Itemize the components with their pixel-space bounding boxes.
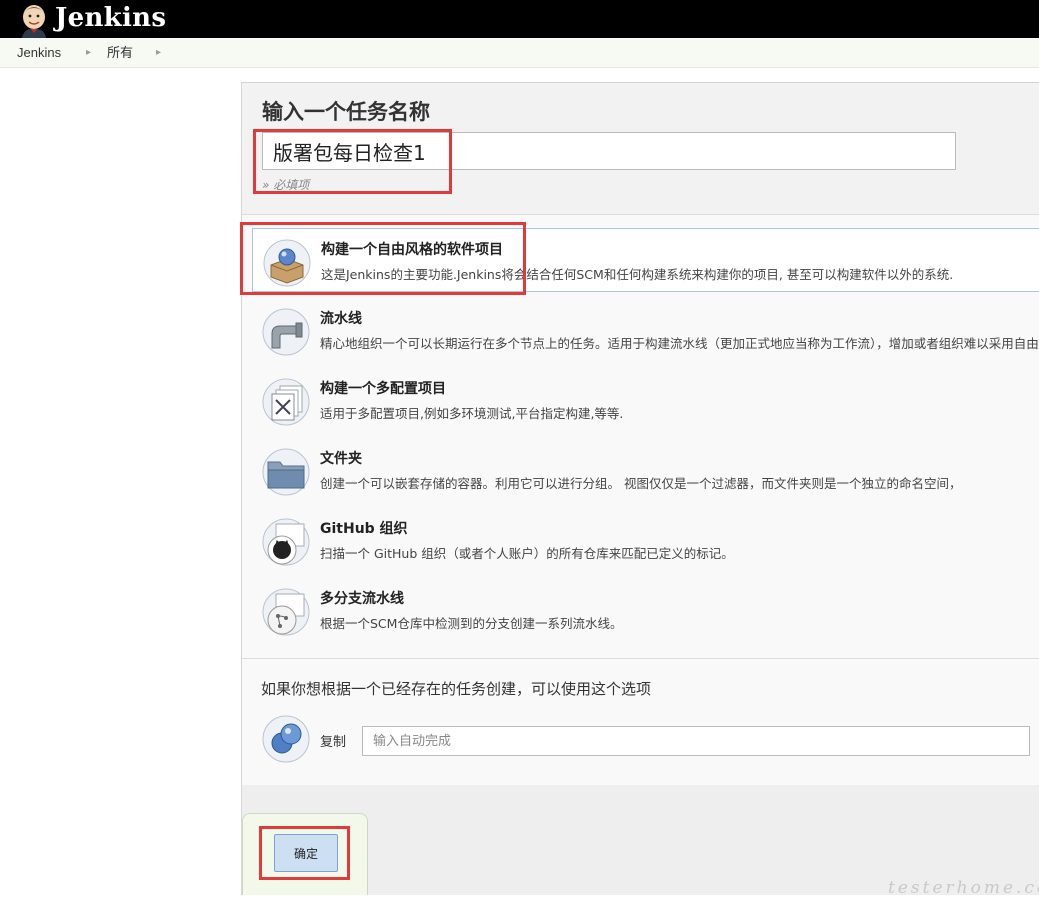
copy-section-title: 如果你想根据一个已经存在的任务创建，可以使用这个选项: [261, 680, 652, 698]
top-header: Jenkins: [0, 0, 1039, 38]
breadcrumb-jenkins[interactable]: Jenkins: [17, 38, 61, 67]
item-type-github-organization[interactable]: GitHub 组织 扫描一个 GitHub 组织（或者个人账户）的所有仓库来匹配…: [252, 508, 1039, 572]
multi-config-icon: [262, 378, 310, 426]
item-type-title: 多分支流水线: [320, 591, 404, 607]
watermark: testerhome.com: [888, 878, 1039, 898]
jenkins-butler-icon[interactable]: [16, 2, 52, 38]
item-type-freestyle[interactable]: 构建一个自由风格的软件项目 这是Jenkins的主要功能.Jenkins将会结合…: [252, 228, 1039, 292]
item-type-folder[interactable]: 文件夹 创建一个可以嵌套存储的容器。利用它可以进行分组。 视图仅仅是一个过滤器，…: [252, 438, 1039, 502]
item-type-description: 这是Jenkins的主要功能.Jenkins将会结合任何SCM和任何构建系统来构…: [321, 267, 954, 282]
item-type-description: 根据一个SCM仓库中检测到的分支创建一系列流水线。: [320, 616, 623, 631]
item-type-title: 文件夹: [320, 451, 362, 467]
item-name-input[interactable]: [262, 132, 956, 170]
item-type-title: 构建一个自由风格的软件项目: [321, 242, 503, 258]
chevron-right-icon[interactable]: ▸: [156, 38, 161, 67]
multibranch-pipeline-icon: [262, 588, 310, 636]
pipeline-icon: [262, 308, 310, 356]
item-type-pipeline[interactable]: 流水线 精心地组织一个可以长期运行在多个节点上的任务。适用于构建流水线（更加正式…: [252, 298, 1039, 362]
folder-icon: [262, 448, 310, 496]
ok-button[interactable]: 确定: [274, 834, 338, 872]
item-name-heading: 输入一个任务名称: [262, 100, 430, 124]
breadcrumb: Jenkins ▸ 所有 ▸: [0, 38, 1039, 68]
item-type-title: GitHub 组织: [320, 521, 408, 537]
item-type-multi-config[interactable]: 构建一个多配置项目 适用于多配置项目,例如多环境测试,平台指定构建,等等.: [252, 368, 1039, 432]
required-hint: » 必填项: [262, 178, 310, 192]
item-type-title: 构建一个多配置项目: [320, 381, 446, 397]
copy-from-input[interactable]: [362, 726, 1030, 756]
jenkins-logo-text[interactable]: Jenkins: [55, 1, 166, 35]
item-type-description: 创建一个可以嵌套存储的容器。利用它可以进行分组。 视图仅仅是一个过滤器，而文件夹…: [320, 476, 962, 491]
chevron-right-icon[interactable]: ▸: [86, 38, 91, 67]
breadcrumb-all[interactable]: 所有: [107, 38, 133, 67]
item-type-description: 扫描一个 GitHub 组织（或者个人账户）的所有仓库来匹配已定义的标记。: [320, 546, 734, 561]
github-organization-icon: [262, 518, 310, 566]
copy-job-icon: [262, 715, 310, 763]
freestyle-package-icon: [263, 239, 311, 287]
copy-label: 复制: [320, 735, 347, 750]
item-type-description: 精心地组织一个可以长期运行在多个节点上的任务。适用于构建流水线（更加正式地应当称…: [320, 336, 1039, 351]
item-type-title: 流水线: [320, 311, 362, 327]
item-type-multibranch-pipeline[interactable]: 多分支流水线 根据一个SCM仓库中检测到的分支创建一系列流水线。: [252, 578, 1039, 642]
item-type-description: 适用于多配置项目,例如多环境测试,平台指定构建,等等.: [320, 406, 624, 421]
